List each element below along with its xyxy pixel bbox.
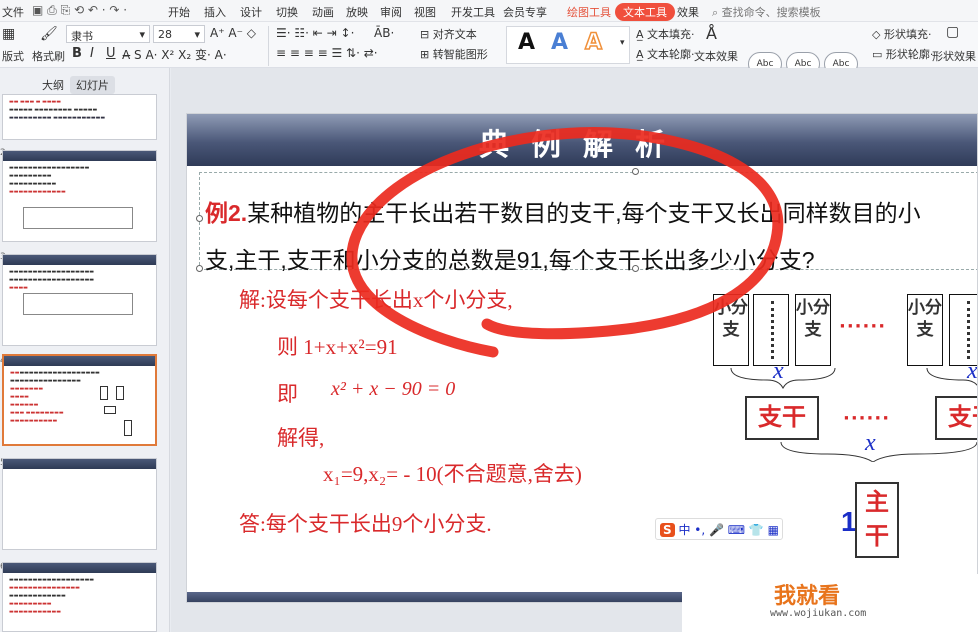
tab-outline[interactable]: 大纲 bbox=[36, 76, 70, 94]
chevron-down-icon: ▾ bbox=[139, 28, 145, 41]
thumb-header bbox=[3, 151, 156, 161]
font-name-select[interactable]: 隶书 ▾ bbox=[66, 25, 150, 43]
thumb-diagram-box bbox=[116, 386, 124, 400]
bold-button[interactable]: B bbox=[72, 46, 82, 61]
menu-animation[interactable]: 动画 bbox=[312, 4, 334, 20]
thumb-content: ▬▬▬▬▬▬▬▬▬▬▬▬▬▬▬▬▬▬ ▬▬▬▬▬▬▬▬▬▬▬▬▬▬▬▬▬▬ ▬▬▬▬ bbox=[9, 269, 95, 291]
slide-thumb-6[interactable] bbox=[2, 458, 157, 550]
smart-shape-button[interactable]: ⊞ 转智能图形 bbox=[420, 46, 488, 62]
align-text-label: 对齐文本 bbox=[432, 28, 477, 41]
text-effects-button[interactable]: 文本效果 bbox=[694, 48, 738, 64]
menu-slideshow[interactable]: 放映 bbox=[346, 4, 368, 20]
menu-insert[interactable]: 插入 bbox=[204, 4, 226, 20]
menu-view[interactable]: 视图 bbox=[414, 4, 436, 20]
text-outline-label: 文本轮廓 bbox=[647, 48, 692, 61]
smart-shape-label: 转智能图形 bbox=[432, 48, 488, 61]
slide-editor[interactable]: 典例解析 例2.某种植物的主干长出若干数目的支干,每个支干又长出同样数目的小 支… bbox=[186, 113, 978, 603]
menu-developer[interactable]: 开发工具 bbox=[451, 4, 495, 20]
font-size-value: 28 bbox=[158, 28, 172, 41]
search-box[interactable]: ⌕ 查找命令、搜索模板 bbox=[712, 4, 821, 20]
thumb-content: ▬▬ ▬▬▬ ▬ ▬▬▬▬ ▬▬▬▬▬ ▬▬▬▬▬▬▬▬ ▬▬▬▬▬ ▬▬▬▬▬▬▬… bbox=[9, 99, 106, 121]
slide-thumb-4[interactable]: ▬▬▬▬▬▬▬▬▬▬▬▬▬▬▬▬▬▬ ▬▬▬▬▬▬▬▬▬▬▬▬▬▬▬▬▬▬ ▬▬▬▬ bbox=[2, 254, 157, 346]
thumb-content: ▬▬▬▬▬▬▬▬▬▬▬▬▬▬▬▬▬▬▬▬▬▬▬▬▬▬▬▬▬▬▬▬▬▬▬▬▬▬▬▬… bbox=[10, 370, 100, 424]
thumb-table bbox=[23, 293, 133, 315]
thumb-header bbox=[4, 356, 155, 366]
search-placeholder: 查找命令、搜索模板 bbox=[721, 6, 821, 19]
slide-thumb-7[interactable]: ▬▬▬▬▬▬▬▬▬▬▬▬▬▬▬▬▬▬ ▬▬▬▬▬▬▬▬▬▬▬▬▬▬▬ ▬▬▬▬▬▬▬… bbox=[2, 562, 157, 632]
shape-effects-button[interactable]: 形状效果 bbox=[932, 48, 976, 64]
quick-access-icons[interactable]: ▣ ⎙ ⎘ ⟲ ↶ · ↷ · bbox=[32, 3, 127, 18]
thumb-table bbox=[23, 207, 133, 229]
smart-shape-icon: ⊞ bbox=[420, 48, 433, 61]
menu-text-tools[interactable]: 文本工具 bbox=[615, 3, 675, 21]
text-fill-label: 文本填充 bbox=[647, 28, 692, 41]
shape-outline-button[interactable]: ▭ 形状轮廓· bbox=[872, 46, 933, 62]
font-size-select[interactable]: 28 ▾ bbox=[153, 25, 205, 43]
text-direction-icon[interactable]: ĀB· bbox=[374, 26, 394, 40]
font-name-value: 隶书 bbox=[71, 30, 93, 43]
text-outline-icon: A̲ bbox=[636, 48, 648, 61]
menu-home[interactable]: 开始 bbox=[168, 4, 190, 20]
menu-file[interactable]: 文件 bbox=[2, 4, 24, 20]
text-effects-icon[interactable]: Å bbox=[706, 24, 717, 43]
align-text-button[interactable]: ⊟ 对齐文本 bbox=[420, 26, 477, 42]
menu-drawing-tools[interactable]: 绘图工具 bbox=[567, 4, 611, 20]
ribbon-toolbar: ▦ 版式 🖌 格式刷 隶书 ▾ 28 ▾ A⁺ A⁻ ◇ B I U A̶ S A·… bbox=[0, 22, 978, 76]
watermark-brand: 我就看 bbox=[774, 584, 841, 609]
tab-slides[interactable]: 幻灯片 bbox=[70, 76, 115, 94]
thumb-content: ▬▬▬▬▬▬▬▬▬▬▬▬▬▬▬▬▬▬▬▬▬▬▬▬▬▬▬▬▬▬▬▬▬▬▬▬▬▬▬▬… bbox=[9, 165, 90, 195]
format-painter-button[interactable]: 格式刷 bbox=[32, 48, 65, 64]
align-text-icon: ⊟ bbox=[420, 28, 433, 41]
list-icons[interactable]: ☰· ☷· ⇤ ⇥ ↕· bbox=[276, 26, 354, 40]
font-grow-shrink-icons[interactable]: A⁺ A⁻ ◇ bbox=[210, 26, 256, 40]
layout-icon[interactable]: ▦ bbox=[2, 26, 15, 42]
gallery-expand-icon[interactable]: ▾ bbox=[620, 38, 625, 48]
shape-outline-icon: ▭ bbox=[872, 48, 886, 61]
text-format-icons[interactable]: A̶ S A· X² X₂ 变· A· bbox=[122, 46, 227, 63]
menu-transition[interactable]: 切换 bbox=[276, 4, 298, 20]
menu-design[interactable]: 设计 bbox=[240, 4, 262, 20]
text-style-orange[interactable]: A bbox=[584, 29, 603, 56]
shape-fill-button[interactable]: ◇ 形状填充· bbox=[872, 26, 931, 42]
text-fill-button[interactable]: A̲ 文本填充· bbox=[636, 26, 695, 42]
text-outline-button[interactable]: A̲ 文本轮廓· bbox=[636, 46, 695, 62]
menu-member[interactable]: 会员专享 bbox=[503, 4, 547, 20]
annotation-stroke bbox=[346, 127, 784, 358]
menu-effects[interactable]: 效果 bbox=[677, 4, 699, 20]
format-painter-icon[interactable]: 🖌 bbox=[40, 26, 58, 42]
thumb-header bbox=[3, 563, 156, 573]
search-icon: ⌕ bbox=[712, 6, 719, 19]
italic-button[interactable]: I bbox=[90, 46, 94, 61]
text-style-blue[interactable]: A bbox=[551, 30, 568, 55]
underline-button[interactable]: U bbox=[106, 46, 116, 61]
thumb-diagram-box bbox=[104, 406, 116, 414]
text-fill-icon: A̲ bbox=[636, 28, 648, 41]
slide-thumb-3[interactable]: ▬▬▬▬▬▬▬▬▬▬▬▬▬▬▬▬▬ ▬▬▬▬▬▬▬▬▬ ▬▬▬▬▬▬▬▬▬▬ ▬▬▬▬… bbox=[2, 150, 157, 242]
menu-bar: 文件 ▣ ⎙ ⎘ ⟲ ↶ · ↷ · 开始 插入 设计 切换 动画 放映 审阅 … bbox=[0, 0, 978, 22]
menu-review[interactable]: 审阅 bbox=[380, 4, 402, 20]
thumb-content: ▬▬▬▬▬▬▬▬▬▬▬▬▬▬▬▬▬▬▬▬▬▬▬▬▬▬▬▬▬▬▬▬▬▬▬▬▬▬▬▬… bbox=[9, 577, 95, 615]
thumb-diagram-box bbox=[100, 386, 108, 400]
watermark-url: www.wojiukan.com bbox=[770, 608, 867, 619]
slide-thumb-2[interactable]: ▬▬ ▬▬▬ ▬ ▬▬▬▬ ▬▬▬▬▬ ▬▬▬▬▬▬▬▬ ▬▬▬▬▬ ▬▬▬▬▬▬▬… bbox=[2, 94, 157, 140]
slide-thumb-5-selected[interactable]: ▬▬▬▬▬▬▬▬▬▬▬▬▬▬▬▬▬▬▬ ▬▬▬▬▬▬▬▬▬▬▬▬▬▬▬ ▬▬▬▬▬▬… bbox=[2, 354, 157, 446]
paragraph-align-icons[interactable]: ≡ ≡ ≡ ≡ ☰ ⇅· ⇄· bbox=[276, 46, 378, 60]
shape-effects-icon[interactable]: ▢ bbox=[946, 24, 959, 40]
shape-outline-label: 形状轮廓 bbox=[885, 48, 930, 61]
thumb-diagram-box bbox=[124, 420, 132, 436]
thumb-header bbox=[3, 459, 156, 469]
watermark: 我就看 www.wojiukan.com bbox=[682, 574, 978, 632]
slides-panel: 大纲 幻灯片 ▬▬ ▬▬▬ ▬ ▬▬▬▬ ▬▬▬▬▬ ▬▬▬▬▬▬▬▬ ▬▬▬▬▬… bbox=[0, 68, 170, 632]
ribbon-divider bbox=[268, 26, 269, 66]
layout-button[interactable]: 版式 bbox=[2, 48, 24, 64]
shape-fill-label: 形状填充 bbox=[883, 28, 928, 41]
shape-fill-icon: ◇ bbox=[872, 28, 884, 41]
red-annotation-circle bbox=[346, 127, 784, 358]
chevron-down-icon: ▾ bbox=[194, 28, 200, 41]
text-style-black[interactable]: A bbox=[518, 30, 535, 55]
thumb-header bbox=[3, 255, 156, 265]
